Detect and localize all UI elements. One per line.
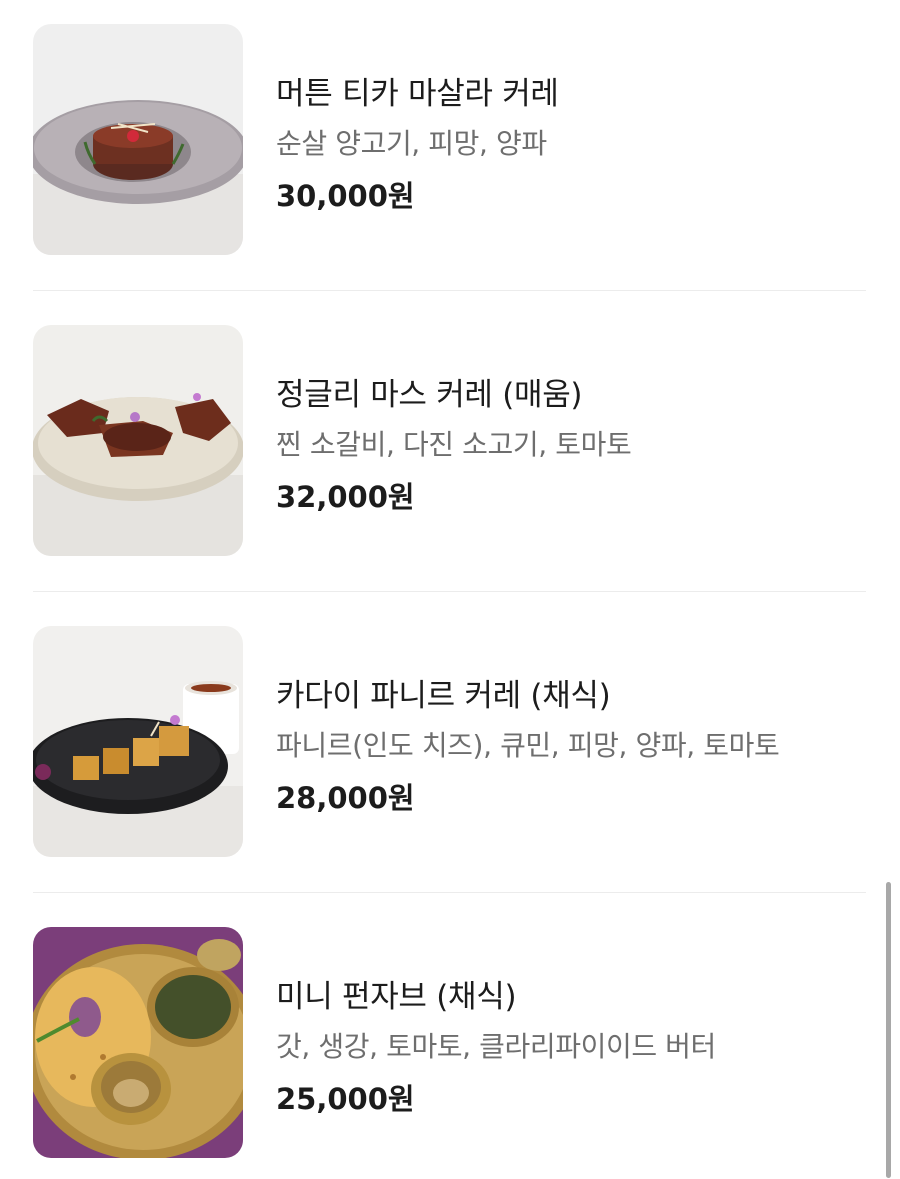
divider [33, 892, 866, 893]
dish-description: 순살 양고기, 피망, 양파 [276, 127, 547, 160]
dish-photo [33, 927, 243, 1158]
divider [33, 290, 866, 291]
dish-description: 파니르(인도 치즈), 큐민, 피망, 양파, 토마토 [276, 729, 780, 762]
dish-photo [33, 24, 243, 255]
divider [33, 591, 866, 592]
dish-name: 머튼 티카 마살라 커레 [276, 76, 559, 112]
menu-item[interactable]: 카다이 파니르 커레 (채식) 파니르(인도 치즈), 큐민, 피망, 양파, … [0, 626, 900, 858]
dish-price: 28,000원 [276, 781, 415, 815]
menu-list: 머튼 티카 마살라 커레 순살 양고기, 피망, 양파 30,000원 정글리 … [0, 0, 900, 1179]
dish-name: 정글리 마스 커레 (매움) [276, 377, 583, 413]
dish-photo [33, 626, 243, 857]
scrollbar[interactable] [886, 882, 891, 1178]
dish-name: 미니 펀자브 (채식) [276, 979, 517, 1015]
dish-price: 32,000원 [276, 480, 415, 514]
dish-price: 25,000원 [276, 1082, 415, 1116]
menu-item[interactable]: 정글리 마스 커레 (매움) 찐 소갈비, 다진 소고기, 토마토 32,000… [0, 325, 900, 557]
dish-name: 카다이 파니르 커레 (채식) [276, 678, 611, 714]
menu-item[interactable]: 머튼 티카 마살라 커레 순살 양고기, 피망, 양파 30,000원 [0, 24, 900, 256]
dish-photo [33, 325, 243, 556]
menu-item[interactable]: 미니 펀자브 (채식) 갓, 생강, 토마토, 클라리파이이드 버터 25,00… [0, 927, 900, 1159]
dish-price: 30,000원 [276, 179, 415, 213]
dish-description: 갓, 생강, 토마토, 클라리파이이드 버터 [276, 1030, 716, 1063]
dish-description: 찐 소갈비, 다진 소고기, 토마토 [276, 428, 632, 461]
